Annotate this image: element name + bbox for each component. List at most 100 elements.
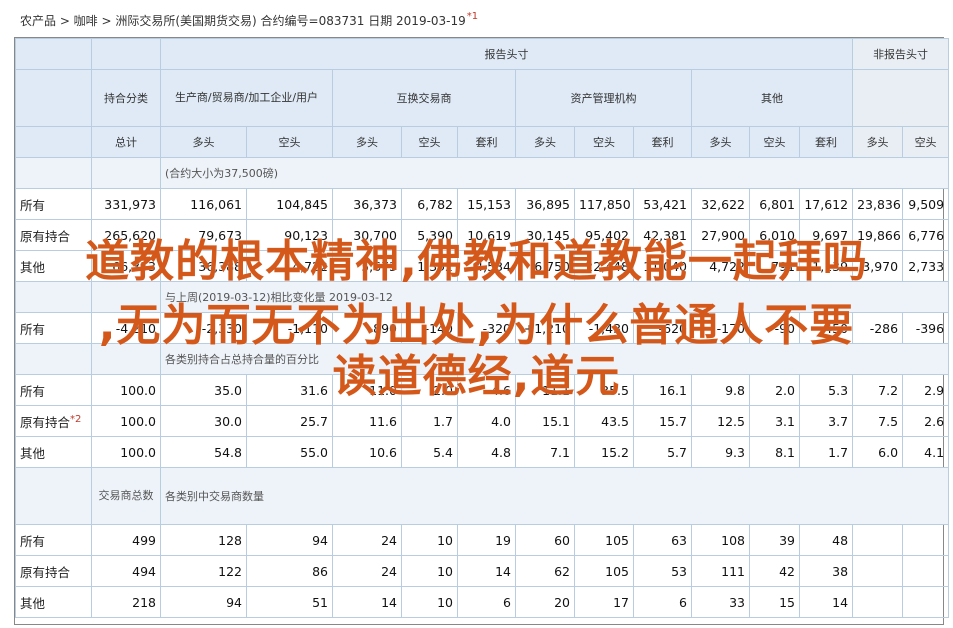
section-trader-count: 各类别中交易商数量: [159, 467, 950, 525]
table-cell: 128: [160, 524, 247, 556]
sub-spread: 套利: [798, 126, 854, 158]
table-cell: [902, 586, 950, 618]
section-cell: [15, 157, 92, 189]
sub-long: 多头: [515, 126, 575, 158]
table-cell: 4.8: [457, 436, 516, 468]
table-cell: 25.7: [246, 405, 333, 437]
table-cell: 4.0: [457, 405, 516, 437]
table-cell: 5.4: [401, 436, 458, 468]
table-cell: 38: [798, 555, 854, 587]
sub-long: 多头: [332, 126, 402, 158]
table-cell: 108: [691, 524, 750, 556]
table-cell: 10: [401, 524, 458, 556]
table-cell: 100.0: [91, 436, 161, 468]
corner-cell-2: [91, 38, 161, 70]
overlay-title-line-2: ,无为而无不为出处,为什么普通人不要: [98, 300, 855, 351]
table-row: 原有持合 494 122 86 24 10 14 62 105 53 111 42 38: [15, 555, 950, 587]
section-cell: [91, 157, 161, 189]
sub-long: 多头: [852, 126, 904, 158]
table-cell: 117,850: [574, 188, 634, 220]
report-header-line: 农产品 > 咖啡 > 洲际交易所(美国期货交易) 合约编号=083731 日期 …: [0, 0, 953, 40]
section-contract-size: (合约大小为37,500磅): [159, 157, 950, 189]
table-cell: 48: [798, 524, 854, 556]
sub-spread: 套利: [633, 126, 692, 158]
table-cell: 499: [91, 524, 161, 556]
table-cell: 9.3: [691, 436, 750, 468]
table-cell: 24: [332, 555, 402, 587]
table-cell: 6: [633, 586, 692, 618]
table-row: 其他 100.0 54.8 55.0 10.6 5.4 4.8 7.1 15.2 5.7 9.3 8.…: [15, 436, 950, 468]
table-cell: 6.0: [852, 436, 904, 468]
table-cell: 494: [91, 555, 161, 587]
table-cell: 11.6: [332, 405, 402, 437]
table-cell: [852, 586, 904, 618]
table-cell: 23,836: [852, 188, 904, 220]
table-row: 原有持合*2 100.0 30.0 25.7 11.6 1.7 4.0 15.1 43.5 15.…: [15, 405, 950, 437]
table-cell: 105: [574, 555, 634, 587]
table-cell: 53,421: [633, 188, 692, 220]
table-cell: 33: [691, 586, 750, 618]
table-cell: 39: [749, 524, 800, 556]
col-producer: 生产商/贸易商/加工企业/用户: [160, 69, 333, 127]
group-reportable: 报告头寸: [159, 38, 854, 70]
table-cell: 53: [633, 555, 692, 587]
footnote-marker[interactable]: *1: [467, 11, 478, 22]
table-cell: 42: [749, 555, 800, 587]
table-cell: 6: [457, 586, 516, 618]
row-label: 原有持合: [15, 555, 92, 587]
overlay-title-line-3: 读道德经,道元: [332, 351, 621, 402]
table-cell: 94: [160, 586, 247, 618]
table-cell: 6,782: [401, 188, 458, 220]
table-cell: 86: [246, 555, 333, 587]
table-cell: 36,895: [515, 188, 575, 220]
table-cell: 15: [749, 586, 800, 618]
sub-long: 多头: [691, 126, 750, 158]
row-label: 其他: [15, 436, 92, 468]
table-cell: 10: [401, 555, 458, 587]
table-cell: 14: [332, 586, 402, 618]
table-cell: 15.7: [633, 405, 692, 437]
table-cell: 32,622: [691, 188, 750, 220]
table-cell: 14: [457, 555, 516, 587]
table-cell: 10: [401, 586, 458, 618]
sub-short: 空头: [902, 126, 950, 158]
table-cell: 5.7: [633, 436, 692, 468]
table-cell: 17,612: [798, 188, 854, 220]
group-nonreportable: 非报告头寸: [852, 38, 950, 70]
table-cell: 15.1: [515, 405, 575, 437]
table-cell: 36,373: [332, 188, 402, 220]
sub-spread: 套利: [457, 126, 516, 158]
table-cell: 2.6: [902, 405, 950, 437]
table-cell: 17: [574, 586, 634, 618]
table-cell: 1.7: [401, 405, 458, 437]
col-category: 持合分类: [91, 69, 161, 127]
table-cell: 10.6: [332, 436, 402, 468]
table-cell: 15.2: [574, 436, 634, 468]
table-cell: 3.1: [749, 405, 800, 437]
col-swap: 互换交易商: [332, 69, 516, 127]
table-cell: 4.1: [902, 436, 950, 468]
table-row: 所有 331,973 116,061 104,845 36,373 6,782 15,153…: [15, 188, 950, 220]
row-label: 原有持合*2: [15, 405, 92, 437]
section-trader-total: 交易商总数: [91, 467, 161, 525]
table-cell: 14: [798, 586, 854, 618]
table-cell: 9,509: [902, 188, 950, 220]
table-cell: 15,153: [457, 188, 516, 220]
table-cell: 12.5: [691, 405, 750, 437]
table-cell: 105: [574, 524, 634, 556]
col-other: 其他: [690, 69, 854, 127]
table-cell: 331,973: [91, 188, 161, 220]
col-managed: 资产管理机构: [515, 69, 692, 127]
table-cell: 19: [457, 524, 516, 556]
table-cell: 104,845: [246, 188, 333, 220]
report-header-text: 农产品 > 咖啡 > 洲际交易所(美国期货交易) 合约编号=083731 日期 …: [20, 11, 479, 28]
table-cell: 55.0: [246, 436, 333, 468]
sub-short: 空头: [574, 126, 634, 158]
table-cell: 63: [633, 524, 692, 556]
row-label: 其他: [15, 586, 92, 618]
sub-short: 空头: [246, 126, 333, 158]
table-cell: 43.5: [574, 405, 634, 437]
footnote-marker[interactable]: *2: [70, 413, 81, 424]
table-cell: 20: [515, 586, 575, 618]
row-label: 所有: [15, 188, 92, 220]
